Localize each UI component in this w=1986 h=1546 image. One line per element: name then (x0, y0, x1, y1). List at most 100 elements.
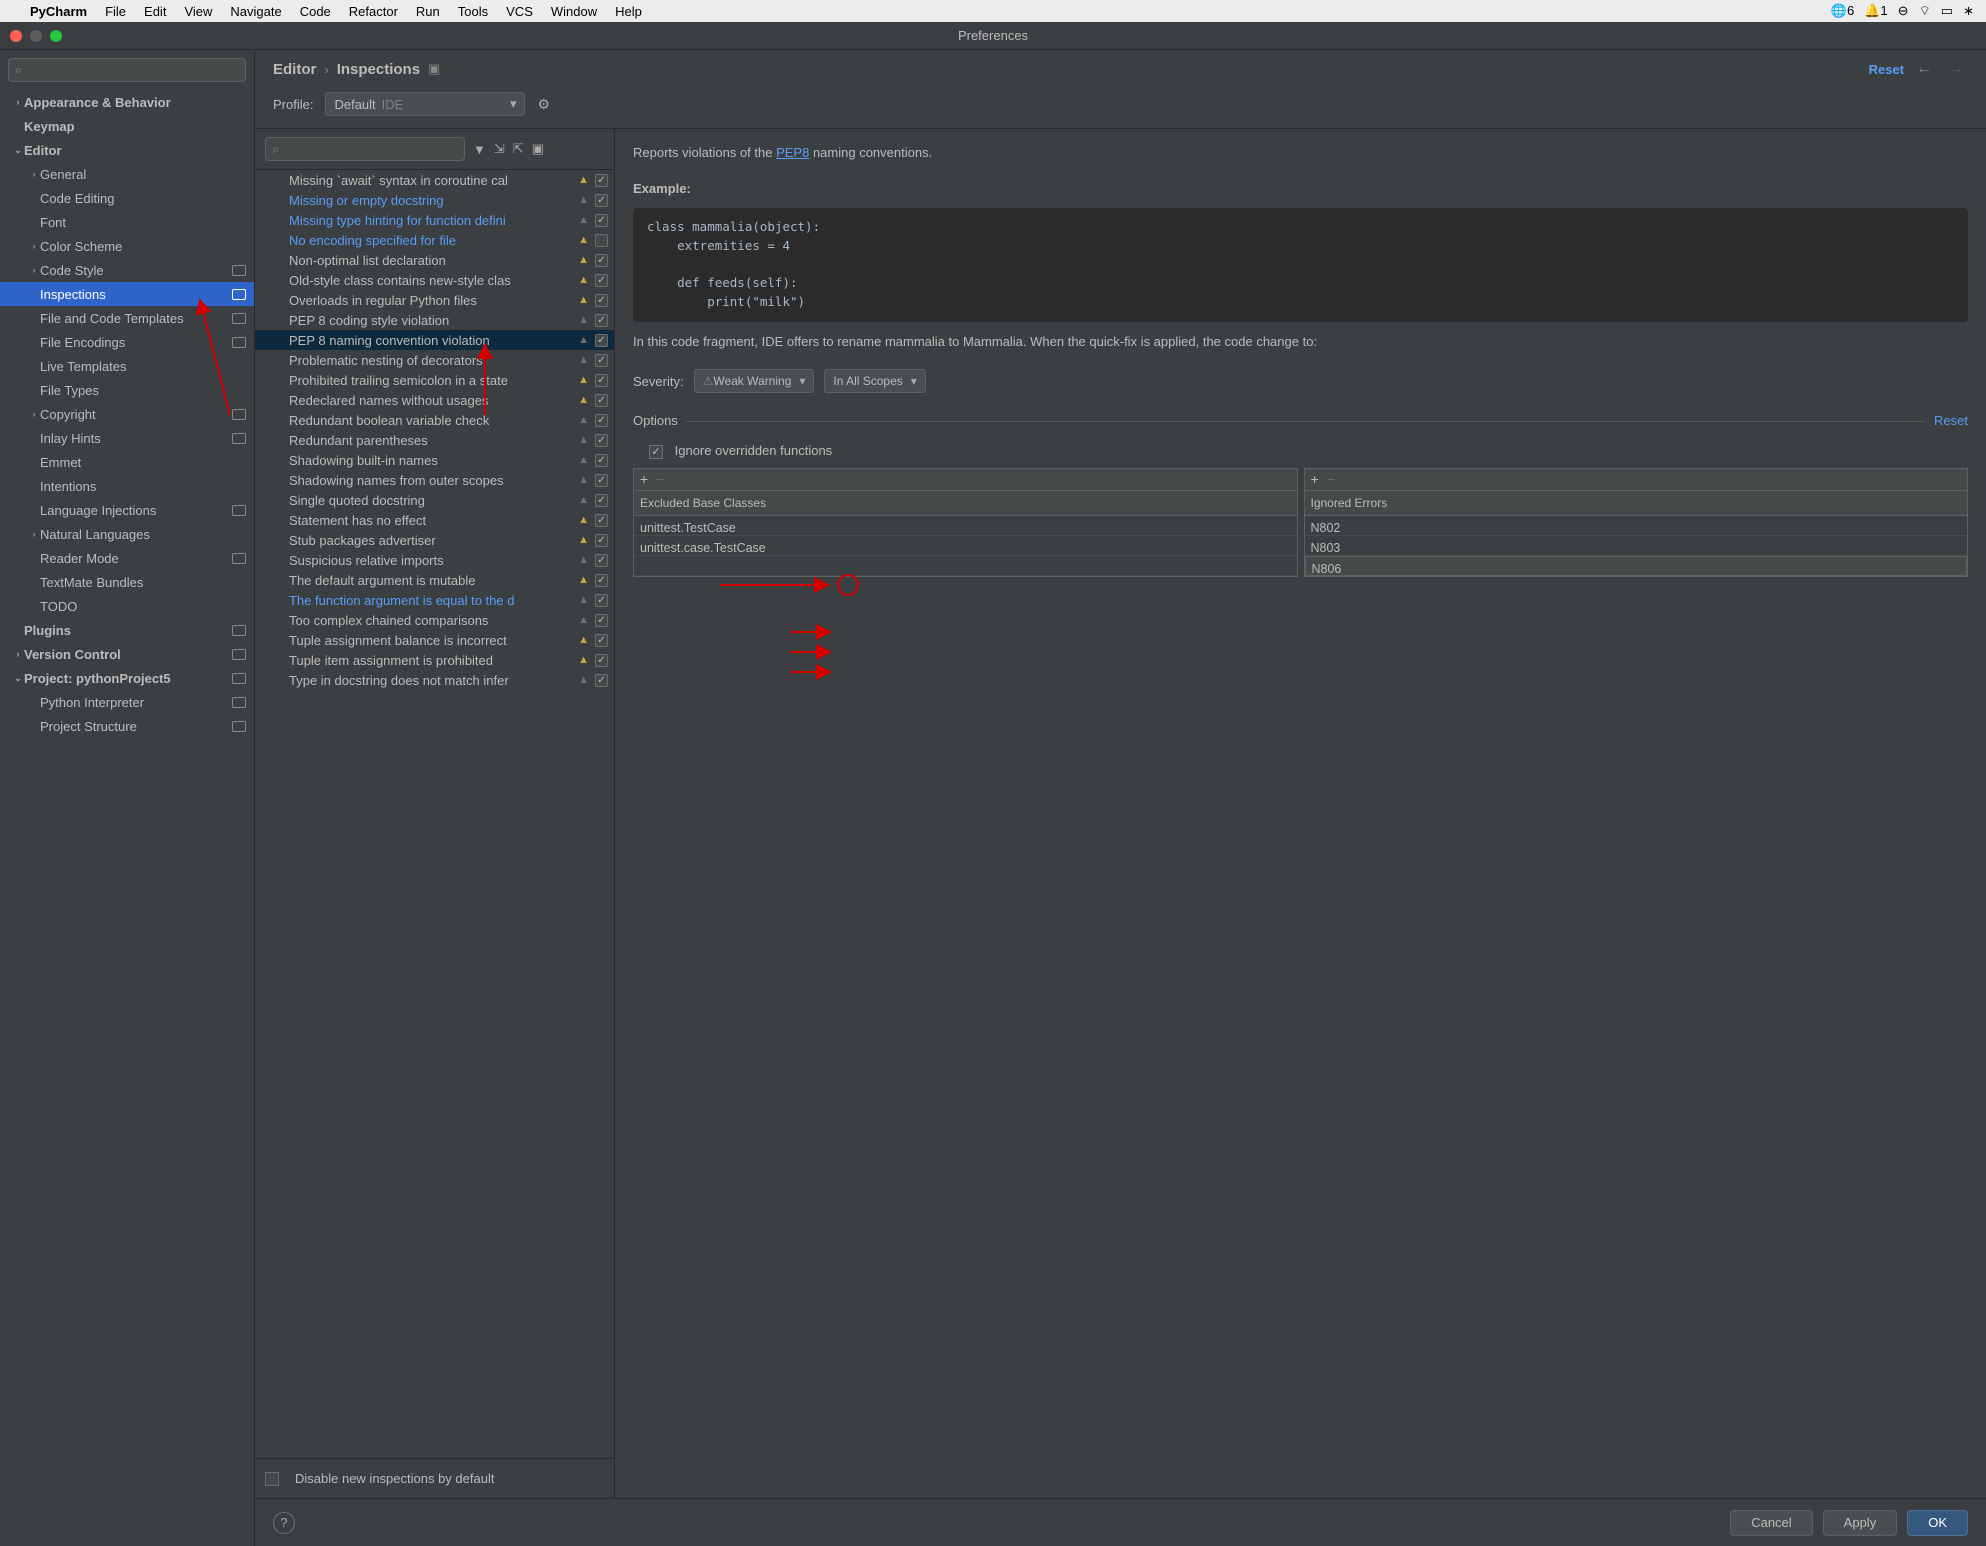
inspection-checkbox[interactable]: ✓ (595, 354, 608, 367)
inspection-item[interactable]: Too complex chained comparisons▲✓ (255, 610, 614, 630)
inspection-checkbox[interactable]: ✓ (595, 474, 608, 487)
sidebar-item-python-interpreter[interactable]: Python Interpreter (0, 690, 254, 714)
inspection-checkbox[interactable]: ✓ (595, 374, 608, 387)
menu-tools[interactable]: Tools (458, 4, 488, 19)
severity-dropdown[interactable]: ⚠ Weak Warning (694, 369, 815, 393)
minimize-icon[interactable] (30, 30, 42, 42)
inspection-checkbox[interactable]: ✓ (595, 274, 608, 287)
sidebar-item-project-structure[interactable]: Project Structure (0, 714, 254, 738)
dnd-icon[interactable]: ⊖ (1898, 3, 1909, 19)
inspection-item[interactable]: Single quoted docstring▲✓ (255, 490, 614, 510)
menu-window[interactable]: Window (551, 4, 597, 19)
inspection-item[interactable]: PEP 8 coding style violation▲✓ (255, 310, 614, 330)
sidebar-item-keymap[interactable]: Keymap (0, 114, 254, 138)
sidebar-item-inlay-hints[interactable]: Inlay Hints (0, 426, 254, 450)
inspection-checkbox[interactable]: ✓ (595, 334, 608, 347)
ignore-overridden-checkbox[interactable]: ✓ (649, 445, 663, 459)
inspections-list[interactable]: Missing `await` syntax in coroutine cal▲… (255, 169, 614, 1459)
maximize-icon[interactable] (50, 30, 62, 42)
inspection-checkbox[interactable]: ✓ (595, 254, 608, 267)
inspection-item[interactable]: Suspicious relative imports▲✓ (255, 550, 614, 570)
inspection-checkbox[interactable]: ✓ (595, 194, 608, 207)
inspection-item[interactable]: Missing type hinting for function defini… (255, 210, 614, 230)
sidebar-search[interactable]: ⌕ (8, 58, 246, 82)
gear-icon[interactable]: ⚙ (537, 96, 550, 113)
inspection-item[interactable]: Prohibited trailing semicolon in a state… (255, 370, 614, 390)
sidebar-item-file-encodings[interactable]: File Encodings (0, 330, 254, 354)
inspection-checkbox[interactable]: ✓ (595, 394, 608, 407)
menu-navigate[interactable]: Navigate (230, 4, 281, 19)
inspection-item[interactable]: Redeclared names without usages▲✓ (255, 390, 614, 410)
inspection-checkbox[interactable]: ✓ (595, 454, 608, 467)
sidebar-item-inspections[interactable]: Inspections (0, 282, 254, 306)
apply-button[interactable]: Apply (1823, 1510, 1898, 1536)
close-icon[interactable] (10, 30, 22, 42)
inspection-item[interactable]: Missing `await` syntax in coroutine cal▲… (255, 170, 614, 190)
inspection-item[interactable]: Shadowing built-in names▲✓ (255, 450, 614, 470)
menu-refactor[interactable]: Refactor (349, 4, 398, 19)
table-row[interactable]: unittest.TestCase (634, 516, 1297, 536)
inspection-item[interactable]: Tuple item assignment is prohibited▲✓ (255, 650, 614, 670)
inspection-checkbox[interactable]: ✓ (595, 574, 608, 587)
sidebar-item-font[interactable]: Font (0, 210, 254, 234)
expand-icon[interactable]: ⇲ (494, 141, 505, 157)
inspection-item[interactable]: Redundant parentheses▲✓ (255, 430, 614, 450)
inspection-item[interactable]: Shadowing names from outer scopes▲✓ (255, 470, 614, 490)
inspection-checkbox[interactable]: ✓ (595, 214, 608, 227)
inspection-item[interactable]: Missing or empty docstring▲✓ (255, 190, 614, 210)
inspection-item[interactable]: No encoding specified for file▲ (255, 230, 614, 250)
inspection-item[interactable]: Problematic nesting of decorators▲✓ (255, 350, 614, 370)
menu-edit[interactable]: Edit (144, 4, 166, 19)
menu-help[interactable]: Help (615, 4, 642, 19)
add-excluded-button[interactable]: + (640, 469, 648, 490)
add-ignored-button[interactable]: + (1311, 469, 1319, 490)
menu-vcs[interactable]: VCS (506, 4, 533, 19)
pep8-link[interactable]: PEP8 (776, 145, 809, 160)
inspection-checkbox[interactable] (595, 234, 608, 247)
inspection-checkbox[interactable]: ✓ (595, 594, 608, 607)
inspection-item[interactable]: Redundant boolean variable check▲✓ (255, 410, 614, 430)
sidebar-item-editor[interactable]: ⌄Editor (0, 138, 254, 162)
sync-icon[interactable]: 🌐6 (1831, 3, 1854, 19)
sidebar-item-appearance-behavior[interactable]: ›Appearance & Behavior (0, 90, 254, 114)
inspection-item[interactable]: Type in docstring does not match infer▲✓ (255, 670, 614, 690)
reset-link[interactable]: Reset (1869, 62, 1904, 77)
sidebar-item-reader-mode[interactable]: Reader Mode (0, 546, 254, 570)
profile-dropdown[interactable]: DefaultIDE (325, 92, 525, 116)
inspection-checkbox[interactable]: ✓ (595, 414, 608, 427)
inspection-item[interactable]: Tuple assignment balance is incorrect▲✓ (255, 630, 614, 650)
menu-code[interactable]: Code (300, 4, 331, 19)
sidebar-item-intentions[interactable]: Intentions (0, 474, 254, 498)
inspection-checkbox[interactable]: ✓ (595, 534, 608, 547)
view-icon[interactable]: ▣ (532, 141, 544, 157)
inspection-checkbox[interactable]: ✓ (595, 634, 608, 647)
cancel-button[interactable]: Cancel (1730, 1510, 1812, 1536)
inspection-checkbox[interactable]: ✓ (595, 294, 608, 307)
help-button[interactable]: ? (273, 1512, 295, 1534)
sidebar-item-file-and-code-templates[interactable]: File and Code Templates (0, 306, 254, 330)
inspection-checkbox[interactable]: ✓ (595, 434, 608, 447)
inspection-checkbox[interactable]: ✓ (595, 654, 608, 667)
inspection-item[interactable]: The function argument is equal to the d▲… (255, 590, 614, 610)
filter-icon[interactable]: ▼ (473, 142, 486, 157)
inspection-item[interactable]: Stub packages advertiser▲✓ (255, 530, 614, 550)
bell-icon[interactable]: 🔔1 (1864, 3, 1887, 19)
table-row[interactable]: unittest.case.TestCase (634, 536, 1297, 556)
table-row[interactable]: N803 (1305, 536, 1968, 556)
menu-view[interactable]: View (184, 4, 212, 19)
inspection-checkbox[interactable]: ✓ (595, 494, 608, 507)
sidebar-item-code-editing[interactable]: Code Editing (0, 186, 254, 210)
app-name[interactable]: PyCharm (30, 4, 87, 19)
scope-dropdown[interactable]: In All Scopes (824, 369, 925, 393)
sidebar-item-version-control[interactable]: ›Version Control (0, 642, 254, 666)
sidebar-item-project-pythonproject5[interactable]: ⌄Project: pythonProject5 (0, 666, 254, 690)
inspection-item[interactable]: PEP 8 naming convention violation▲✓ (255, 330, 614, 350)
inspection-checkbox[interactable]: ✓ (595, 554, 608, 567)
sidebar-item-language-injections[interactable]: Language Injections (0, 498, 254, 522)
inspection-checkbox[interactable]: ✓ (595, 614, 608, 627)
sidebar-item-file-types[interactable]: File Types (0, 378, 254, 402)
inspection-item[interactable]: Overloads in regular Python files▲✓ (255, 290, 614, 310)
collapse-icon[interactable]: ⇱ (513, 141, 524, 157)
table-row[interactable] (634, 556, 1297, 576)
sidebar-item-natural-languages[interactable]: ›Natural Languages (0, 522, 254, 546)
